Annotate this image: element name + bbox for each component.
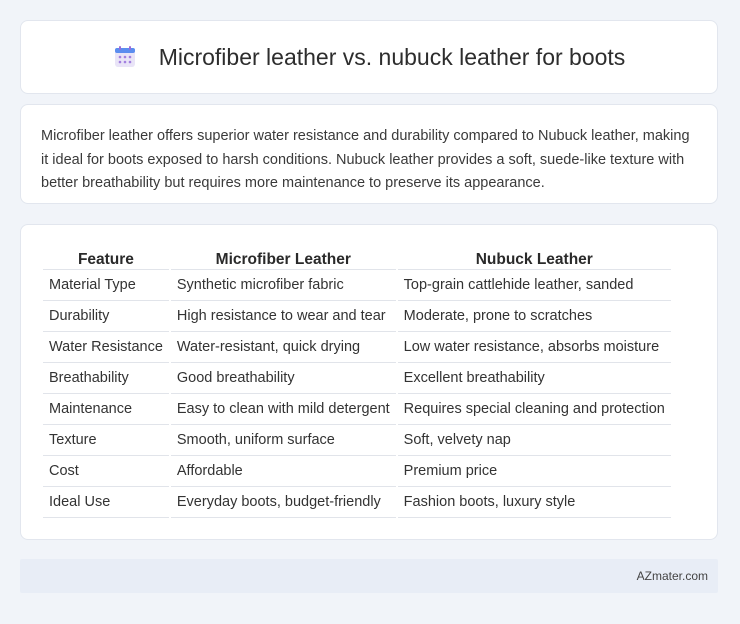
row-nubuck: Soft, velvety nap [397, 425, 671, 456]
summary-text: Microfiber leather offers superior water… [41, 128, 690, 191]
row-feature: Water Resistance [43, 332, 169, 363]
row-feature: Ideal Use [43, 487, 169, 518]
table-row: Maintenance Easy to clean with mild dete… [43, 394, 671, 425]
row-feature: Texture [43, 425, 169, 456]
table-row: Durability High resistance to wear and t… [43, 301, 671, 332]
header-feature: Feature [43, 247, 169, 270]
comparison-table-card: Feature Microfiber Leather Nubuck Leathe… [20, 224, 718, 540]
row-nubuck: Excellent breathability [397, 363, 671, 394]
row-microfiber: Smooth, uniform surface [170, 425, 396, 456]
row-nubuck: Fashion boots, luxury style [397, 487, 671, 518]
table-row: Texture Smooth, uniform surface Soft, ve… [43, 425, 671, 456]
header-nubuck: Nubuck Leather [397, 247, 671, 270]
row-microfiber: High resistance to wear and tear [170, 301, 396, 332]
table-header-row: Feature Microfiber Leather Nubuck Leathe… [43, 247, 671, 270]
table-row: Breathability Good breathability Excelle… [43, 363, 671, 394]
row-nubuck: Moderate, prone to scratches [397, 301, 671, 332]
table-row: Material Type Synthetic microfiber fabri… [43, 270, 671, 301]
row-nubuck: Premium price [397, 456, 671, 487]
footer: AZmater.com [20, 559, 718, 593]
row-microfiber: Water-resistant, quick drying [170, 332, 396, 363]
table-row: Cost Affordable Premium price [43, 456, 671, 487]
row-nubuck: Top-grain cattlehide leather, sanded [397, 270, 671, 301]
row-feature: Material Type [43, 270, 169, 301]
row-microfiber: Easy to clean with mild detergent [170, 394, 396, 425]
row-feature: Maintenance [43, 394, 169, 425]
comparison-table: Feature Microfiber Leather Nubuck Leathe… [41, 247, 673, 518]
row-feature: Cost [43, 456, 169, 487]
summary-card: Microfiber leather offers superior water… [20, 104, 718, 204]
row-nubuck: Requires special cleaning and protection [397, 394, 671, 425]
row-feature: Breathability [43, 363, 169, 394]
page-title: Microfiber leather vs. nubuck leather fo… [158, 43, 626, 70]
table-row: Water Resistance Water-resistant, quick … [43, 332, 671, 363]
row-feature: Durability [43, 301, 169, 332]
row-microfiber: Affordable [170, 456, 396, 487]
header-microfiber: Microfiber Leather [170, 247, 396, 270]
row-microfiber: Good breathability [170, 363, 396, 394]
footer-site-link[interactable]: AZmater.com [637, 569, 708, 583]
table-row: Ideal Use Everyday boots, budget-friendl… [43, 487, 671, 518]
calendar-icon [113, 45, 137, 69]
title-card: Microfiber leather vs. nubuck leather fo… [20, 20, 718, 94]
row-nubuck: Low water resistance, absorbs moisture [397, 332, 671, 363]
row-microfiber: Everyday boots, budget-friendly [170, 487, 396, 518]
row-microfiber: Synthetic microfiber fabric [170, 270, 396, 301]
